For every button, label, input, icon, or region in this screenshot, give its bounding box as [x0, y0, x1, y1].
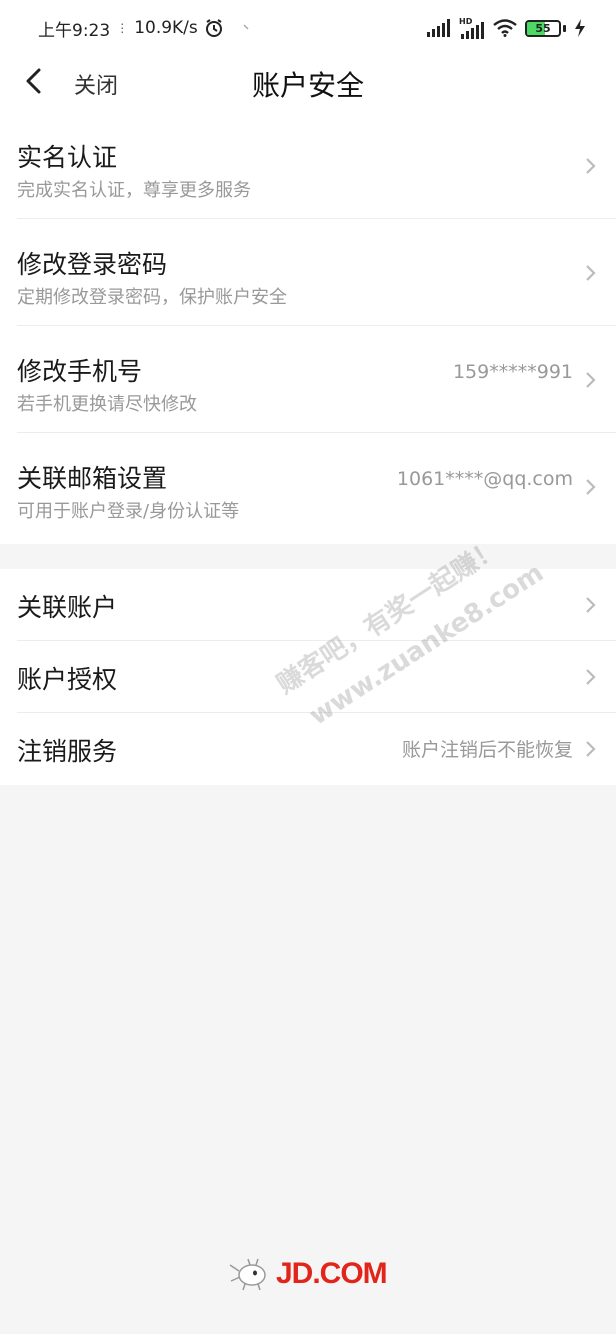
signal-hd-icon: HD — [459, 17, 484, 39]
back-arrow-icon[interactable] — [20, 66, 50, 96]
nav-bar: 关闭 账户安全 — [0, 56, 616, 112]
list-item-change-password[interactable]: 修改登录密码 定期修改登录密码，保护账户安全 — [17, 219, 616, 326]
phone-value: 159*****991 — [452, 361, 573, 383]
chevron-right-icon — [586, 741, 596, 757]
cancel-note: 账户注销后不能恢复 — [401, 739, 573, 761]
signal-icon — [427, 19, 450, 37]
notification-dot-icon — [243, 24, 249, 30]
email-value: 1061****@qq.com — [396, 468, 573, 490]
jd-mascot-icon — [229, 1258, 266, 1291]
wifi-icon — [493, 19, 517, 37]
jd-logo-text: JD.COM — [276, 1257, 388, 1290]
item-title: 关联邮箱设置 — [17, 464, 168, 493]
battery-level: 55 — [535, 21, 551, 35]
chevron-right-icon — [586, 265, 596, 281]
network-speed: 10.9K/s — [134, 18, 198, 38]
clock: 上午9:23 — [38, 20, 111, 41]
status-left: 上午9:23 ⋮ 10.9K/s — [38, 16, 252, 41]
chevron-right-icon — [586, 158, 596, 174]
list-item-real-name-auth[interactable]: 实名认证 完成实名认证，尊享更多服务 — [17, 112, 616, 219]
item-subtitle: 若手机更换请尽快修改 — [17, 394, 197, 415]
battery-icon: 55 — [525, 19, 561, 37]
item-subtitle: 可用于账户登录/身份认证等 — [17, 501, 240, 522]
close-button[interactable]: 关闭 — [74, 68, 118, 100]
item-subtitle: 完成实名认证，尊享更多服务 — [17, 180, 251, 201]
chevron-right-icon — [586, 479, 596, 495]
status-right: HD 55 — [427, 17, 586, 39]
item-title: 修改登录密码 — [17, 250, 168, 279]
item-title: 修改手机号 — [17, 357, 143, 386]
item-title: 账户授权 — [17, 665, 118, 694]
item-title: 关联账户 — [17, 593, 118, 622]
status-bar: 上午9:23 ⋮ 10.9K/s HD 55 — [0, 0, 616, 56]
list-item-email-settings[interactable]: 关联邮箱设置 可用于账户登录/身份认证等 1061****@qq.com — [17, 433, 616, 540]
list-item-linked-accounts[interactable]: 关联账户 — [17, 569, 616, 641]
chevron-right-icon — [586, 669, 596, 685]
hd-label: HD — [459, 17, 473, 26]
separator-icon: ⋮ — [116, 21, 129, 35]
jd-logo: JD.COM — [228, 1254, 390, 1294]
charging-icon — [575, 19, 585, 37]
account-services-group: 关联账户 账户授权 注销服务 账户注销后不能恢复 — [0, 569, 616, 785]
chevron-right-icon — [586, 597, 596, 613]
item-subtitle: 定期修改登录密码，保护账户安全 — [17, 287, 287, 308]
item-title: 实名认证 — [17, 143, 118, 172]
security-settings-group: 实名认证 完成实名认证，尊享更多服务 修改登录密码 定期修改登录密码，保护账户安… — [0, 112, 616, 544]
list-item-cancel-service[interactable]: 注销服务 账户注销后不能恢复 — [17, 713, 616, 785]
battery-cap — [563, 24, 566, 32]
item-title: 注销服务 — [17, 737, 118, 766]
list-item-change-phone[interactable]: 修改手机号 若手机更换请尽快修改 159*****991 — [17, 326, 616, 433]
alarm-icon — [205, 19, 222, 37]
chevron-right-icon — [586, 372, 596, 388]
list-item-account-authorization[interactable]: 账户授权 — [17, 641, 616, 713]
